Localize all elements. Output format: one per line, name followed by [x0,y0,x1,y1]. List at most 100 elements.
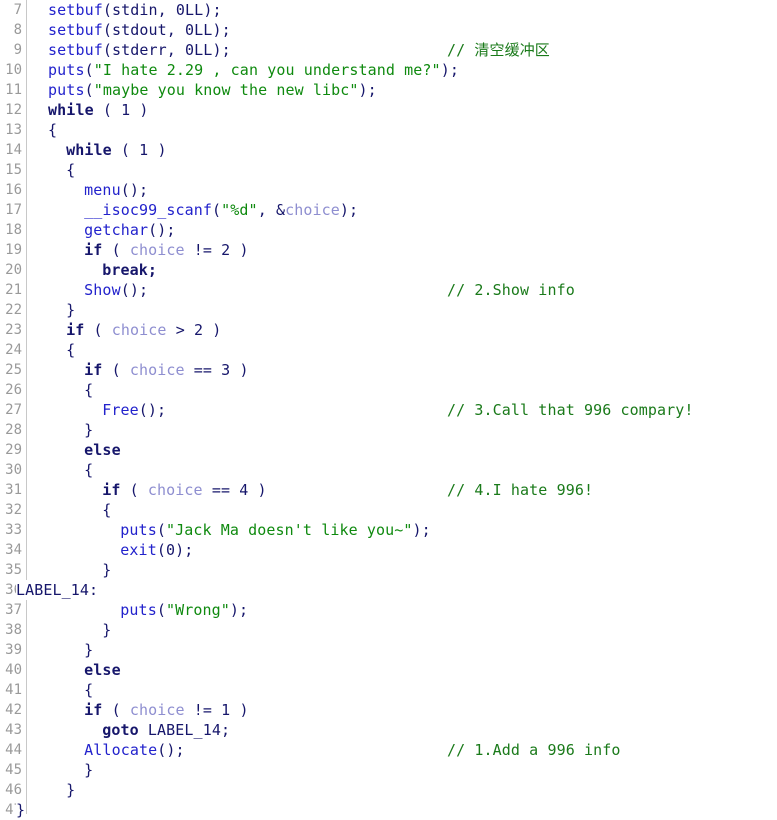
code-line[interactable]: 35} [0,560,777,580]
code-line[interactable]: 18 getchar(); [0,220,777,240]
code-line[interactable]: 26 { [0,380,777,400]
code-text[interactable]: { [84,380,93,400]
code-text[interactable]: exit(0); [120,540,193,560]
code-line[interactable]: 32 { [0,500,777,520]
code-line[interactable]: 39} [0,640,777,660]
code-text[interactable]: } [16,800,26,820]
code-text[interactable]: Show(); [84,280,148,300]
code-line[interactable]: 36 LABEL_14: [0,580,777,600]
code-text[interactable]: Allocate(); [84,740,184,760]
code-text[interactable]: } [66,300,75,320]
code-text[interactable]: { [48,120,57,140]
code-line[interactable]: 28} [0,420,777,440]
code-line[interactable]: 15 { [0,160,777,180]
code-line[interactable]: 44 Allocate(); // 1.Add a 996 info [0,740,777,760]
code-text[interactable]: __isoc99_scanf("%d", &choice); [84,200,358,220]
code-line[interactable]: 14 while ( 1 ) [0,140,777,160]
token-punc: ); [412,521,431,539]
code-line[interactable]: 9 setbuf(stderr, 0LL); // 清空缓冲区 [0,40,777,60]
code-line[interactable]: 17 __isoc99_scanf("%d", &choice); [0,200,777,220]
code-line[interactable]: 33 puts("Jack Ma doesn't like you~"); [0,520,777,540]
code-text[interactable]: { [102,500,111,520]
code-line[interactable]: 41 { [0,680,777,700]
code-line[interactable]: 23 if ( choice > 2 ) [0,320,777,340]
token-plain: stderr [111,41,167,59]
code-line[interactable]: 47} [0,800,777,820]
line-number: 13 [5,122,22,138]
line-number: 11 [5,82,22,98]
code-line[interactable]: 8 setbuf(stdout, 0LL); [0,20,777,40]
token-punc: ) [230,701,249,719]
code-text[interactable]: } [84,420,93,440]
code-line[interactable]: 43 goto LABEL_14; [0,720,777,740]
code-text[interactable]: if ( choice != 2 ) [84,240,248,260]
code-line[interactable]: 24 { [0,340,777,360]
code-text[interactable]: if ( choice == 4 ) [102,480,266,500]
code-line[interactable]: 31 if ( choice == 4 ) // 4.I hate 996! [0,480,777,500]
code-line[interactable]: 27 Free(); // 3.Call that 996 compary! [0,400,777,420]
code-line[interactable]: 45} [0,760,777,780]
code-text[interactable]: goto LABEL_14; [102,720,230,740]
code-text[interactable]: setbuf(stdin, 0LL); [48,0,222,20]
code-text[interactable]: } [84,640,93,660]
line-number: 24 [5,342,22,358]
code-body[interactable]: 7 setbuf(stdin, 0LL); 8 setbuf(stdout, 0LL)… [0,0,777,820]
code-line[interactable]: 29 else [0,440,777,460]
token-kw: else [84,661,121,679]
code-text[interactable]: setbuf(stdout, 0LL); [48,20,231,40]
code-line[interactable]: 46} [0,780,777,800]
code-line[interactable]: 13 { [0,120,777,140]
code-line[interactable]: 12 while ( 1 ) [0,100,777,120]
code-line[interactable]: 20 break; [0,260,777,280]
code-text[interactable]: { [66,160,75,180]
code-text[interactable]: } [102,560,111,580]
code-text[interactable]: if ( choice == 3 ) [84,360,248,380]
code-line[interactable]: 11 puts("maybe you know the new libc"); [0,80,777,100]
code-line[interactable]: 21 Show(); // 2.Show info [0,280,777,300]
code-line[interactable]: 19 if ( choice != 2 ) [0,240,777,260]
code-text[interactable]: { [84,680,93,700]
line-number: 8 [13,22,22,38]
code-text[interactable]: } [84,760,93,780]
code-text[interactable]: } [102,620,111,640]
code-line[interactable]: 25 if ( choice == 3 ) [0,360,777,380]
line-number: 22 [5,302,22,318]
code-line[interactable]: 42 if ( choice != 1 ) [0,700,777,720]
code-text[interactable]: puts("I hate 2.29 , can you understand m… [48,60,459,80]
code-text[interactable]: puts("Wrong"); [120,600,248,620]
pseudocode-editor[interactable]: 7 setbuf(stdin, 0LL); 8 setbuf(stdout, 0LL)… [0,0,777,820]
code-line[interactable]: 40 else [0,660,777,680]
code-text[interactable]: { [84,460,93,480]
token-punc: (); [138,401,167,419]
token-fn: setbuf [48,21,103,39]
code-text[interactable]: setbuf(stderr, 0LL); [48,40,231,60]
code-text[interactable]: } [66,780,75,800]
token-punc: ); [358,81,377,99]
code-text[interactable]: LABEL_14: [16,580,99,600]
code-text[interactable]: break; [102,260,157,280]
code-line[interactable]: 16 menu(); [0,180,777,200]
code-line[interactable]: 7 setbuf(stdin, 0LL); [0,0,777,20]
code-text[interactable]: puts("maybe you know the new libc"); [48,80,377,100]
code-text[interactable]: puts("Jack Ma doesn't like you~"); [120,520,430,540]
token-var: choice [285,201,340,219]
code-text[interactable]: menu(); [84,180,148,200]
code-text[interactable]: getchar(); [84,220,175,240]
code-line[interactable]: 22} [0,300,777,320]
code-line[interactable]: 38} [0,620,777,640]
code-text[interactable]: if ( choice != 1 ) [84,700,248,720]
token-var: choice [129,701,185,719]
code-line[interactable]: 30 { [0,460,777,480]
code-text[interactable]: { [66,340,75,360]
code-line[interactable]: 10 puts("I hate 2.29 , can you understand… [0,60,777,80]
code-text[interactable]: Free(); [102,400,166,420]
code-text[interactable]: while ( 1 ) [48,100,148,120]
code-text[interactable]: while ( 1 ) [66,140,166,160]
token-fn: puts [120,601,157,619]
code-line[interactable]: 37 puts("Wrong"); [0,600,777,620]
code-text[interactable]: else [84,440,121,460]
code-text[interactable]: else [84,660,121,680]
code-text[interactable]: if ( choice > 2 ) [66,320,221,340]
line-number: 37 [5,602,22,618]
code-line[interactable]: 34 exit(0); [0,540,777,560]
